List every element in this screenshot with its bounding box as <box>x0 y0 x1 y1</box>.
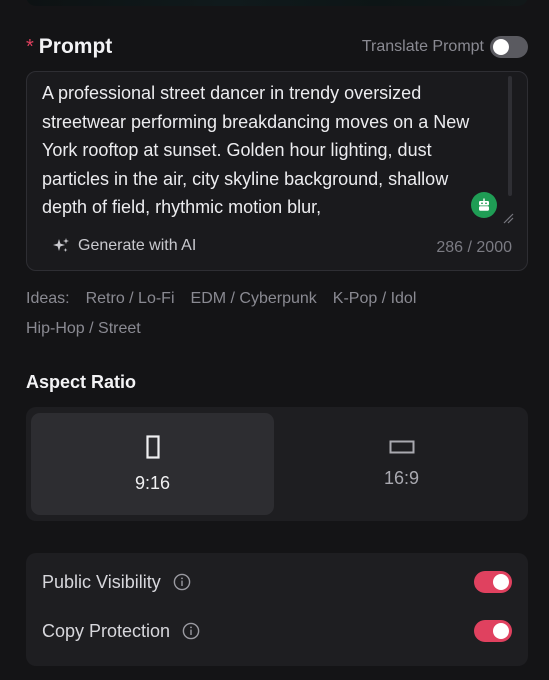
ideas-list: Ideas: Retro / Lo-Fi EDM / Cyberpunk K-P… <box>26 284 526 344</box>
generate-with-ai-label: Generate with AI <box>78 237 197 254</box>
translate-prompt-label: Translate Prompt <box>361 38 484 55</box>
preview-image-strip <box>26 0 528 6</box>
public-visibility-label: Public Visibility <box>42 571 161 592</box>
generate-with-ai-button[interactable]: Generate with AI <box>52 237 196 255</box>
info-icon[interactable] <box>173 573 191 591</box>
translate-prompt-control: Translate Prompt <box>362 36 528 58</box>
aspect-option-16-9[interactable]: 16:9 <box>280 413 523 515</box>
prompt-title: * Prompt <box>26 35 112 59</box>
prompt-scrollbar[interactable] <box>508 76 512 196</box>
aspect-ratio-selector: 9:16 16:9 <box>26 407 528 521</box>
aspect-ratio-title: Aspect Ratio <box>26 372 137 392</box>
ideas-label: Ideas: <box>26 290 70 307</box>
toggle-knob <box>493 39 509 55</box>
public-visibility-row: Public Visibility <box>42 567 512 597</box>
ai-assistant-button[interactable] <box>471 192 497 218</box>
copy-protection-toggle[interactable] <box>474 620 512 642</box>
prompt-textarea[interactable]: A professional street dancer in trendy o… <box>26 71 528 271</box>
robot-icon <box>479 198 489 211</box>
idea-chip-kpop-idol[interactable]: K-Pop / Idol <box>333 284 417 314</box>
prompt-title-text: Prompt <box>38 35 113 58</box>
required-marker: * <box>26 35 34 58</box>
idea-chip-edm-cyberpunk[interactable]: EDM / Cyberpunk <box>191 284 317 314</box>
aspect-option-label: 16:9 <box>383 467 420 488</box>
aspect-option-9-16[interactable]: 9:16 <box>31 413 274 515</box>
prompt-text[interactable]: A professional street dancer in trendy o… <box>42 79 482 222</box>
sparkle-icon <box>52 237 70 255</box>
copy-protection-row: Copy Protection <box>42 616 512 646</box>
toggle-knob <box>493 574 509 590</box>
public-visibility-toggle[interactable] <box>474 571 512 593</box>
translate-prompt-toggle[interactable] <box>490 36 528 58</box>
resize-handle-icon[interactable] <box>502 212 514 224</box>
prompt-header: * Prompt Translate Prompt <box>26 33 528 61</box>
idea-chip-hiphop-street[interactable]: Hip-Hop / Street <box>26 314 141 344</box>
aspect-option-label: 9:16 <box>134 472 171 493</box>
character-count: 286 / 2000 <box>436 239 512 256</box>
portrait-rect-icon <box>145 434 160 459</box>
landscape-rect-icon <box>389 440 414 453</box>
idea-chip-retro-lofi[interactable]: Retro / Lo-Fi <box>86 284 175 314</box>
toggle-knob <box>493 623 509 639</box>
copy-protection-label: Copy Protection <box>42 620 171 641</box>
settings-panel: Public Visibility Copy Protection <box>26 553 528 666</box>
info-icon[interactable] <box>182 622 200 640</box>
